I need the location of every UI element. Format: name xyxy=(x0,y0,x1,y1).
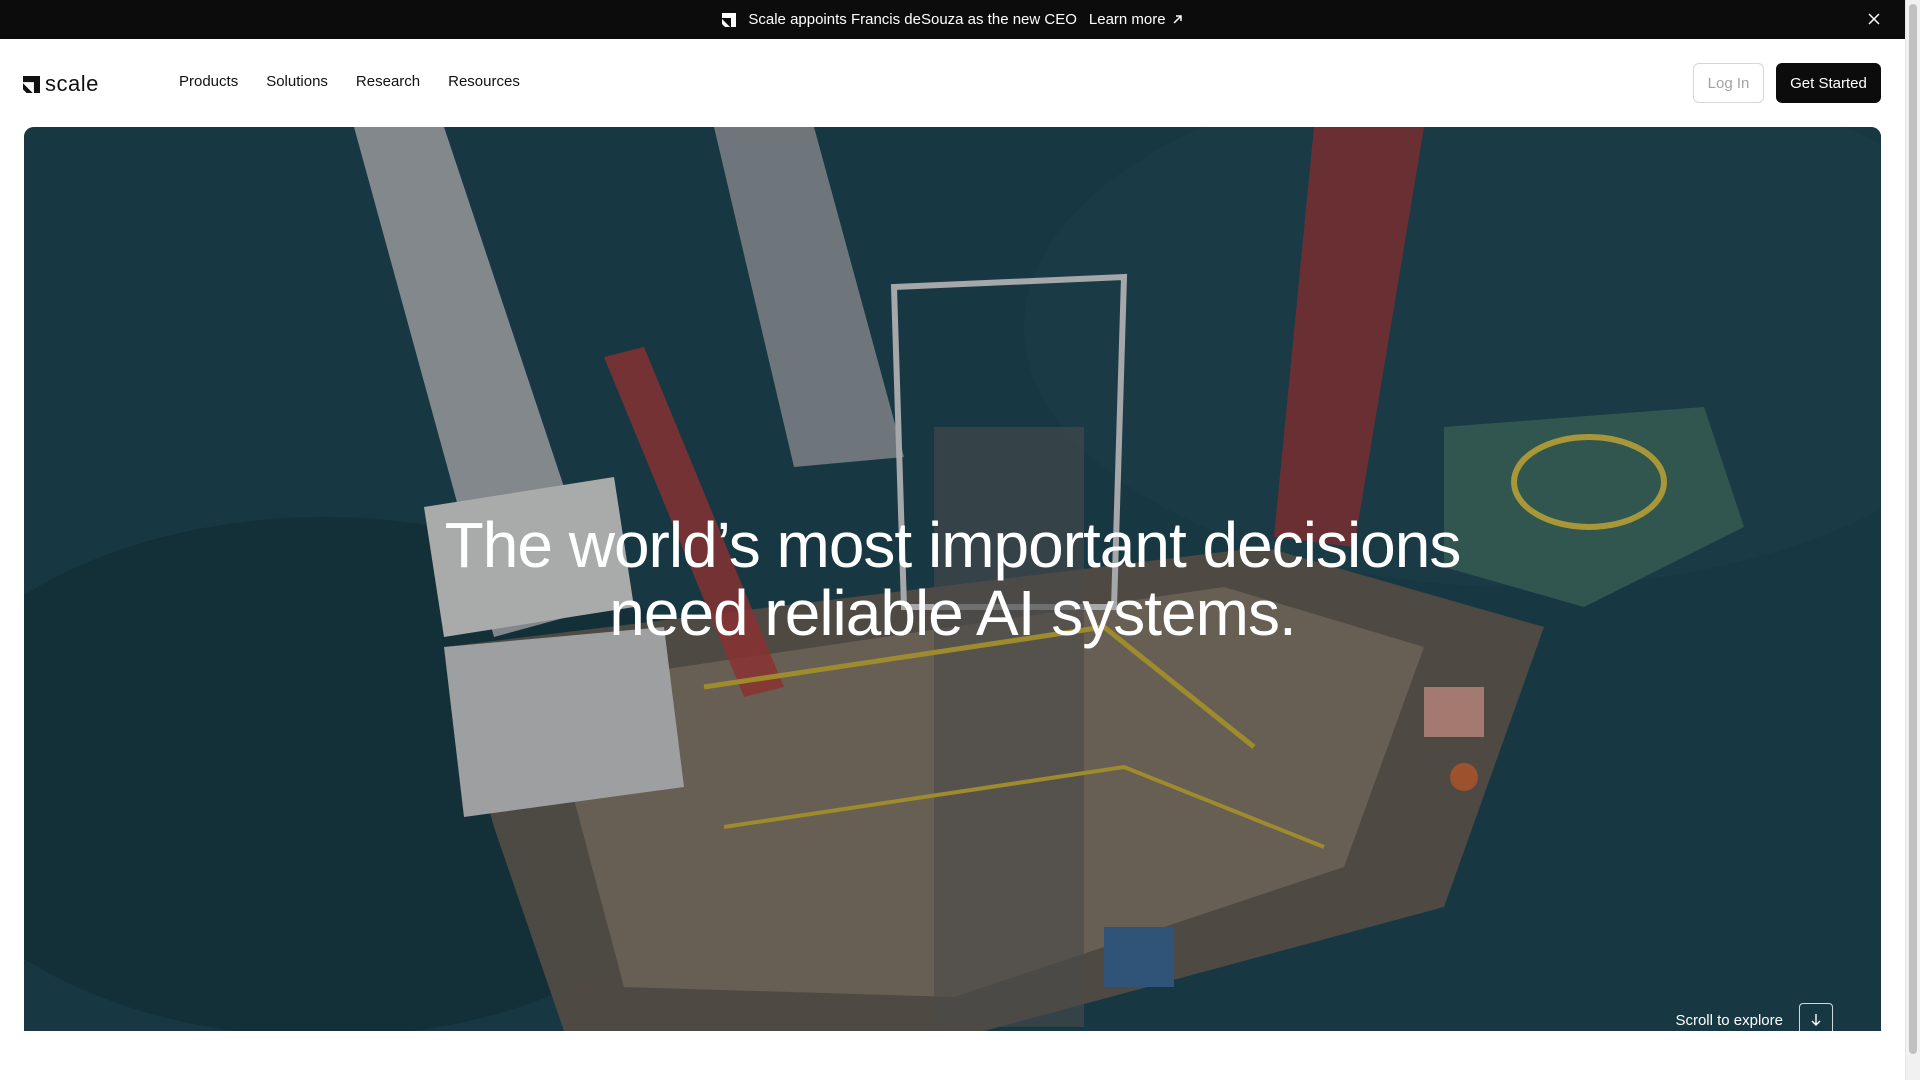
main-nav: Products Solutions Research Resources xyxy=(179,71,548,93)
page-scrollbar[interactable] xyxy=(1905,0,1920,1080)
logo-text: scale xyxy=(45,71,99,96)
scrollbar-thumb[interactable] xyxy=(1909,4,1917,1054)
arrow-down-icon xyxy=(1799,1003,1833,1031)
announcement-text: Scale appoints Francis deSouza as the ne… xyxy=(748,11,1077,28)
scale-logo-icon xyxy=(23,75,40,93)
nav-products[interactable]: Products xyxy=(179,71,238,93)
nav-research[interactable]: Research xyxy=(356,71,420,93)
login-button[interactable]: Log In xyxy=(1693,63,1764,103)
scroll-label: Scroll to explore xyxy=(1675,1011,1783,1029)
hero-headline: The world’s most important decisions nee… xyxy=(24,511,1881,647)
nav-solutions[interactable]: Solutions xyxy=(266,71,328,93)
hero-banner: The world’s most important decisions nee… xyxy=(24,127,1881,1031)
headline-line-1: The world’s most important decisions xyxy=(444,509,1462,581)
nav-resources[interactable]: Resources xyxy=(448,71,520,93)
arrow-up-right-icon xyxy=(1172,14,1183,25)
get-started-button[interactable]: Get Started xyxy=(1776,63,1881,103)
headline-line-2: need reliable AI systems. xyxy=(609,577,1296,649)
learn-more-label: Learn more xyxy=(1088,11,1166,28)
scale-logo[interactable]: scale xyxy=(23,73,99,95)
announcement-bar: Scale appoints Francis deSouza as the ne… xyxy=(0,0,1905,39)
learn-more-link[interactable]: Learn more xyxy=(1089,11,1183,28)
close-icon xyxy=(1868,13,1880,25)
scale-logo-icon xyxy=(722,12,737,27)
scroll-to-explore[interactable]: Scroll to explore xyxy=(1675,1003,1833,1031)
site-header: scale Products Solutions Research Resour… xyxy=(0,39,1905,127)
page: Scale appoints Francis deSouza as the ne… xyxy=(0,0,1920,1080)
close-announcement-button[interactable] xyxy=(1865,10,1883,28)
